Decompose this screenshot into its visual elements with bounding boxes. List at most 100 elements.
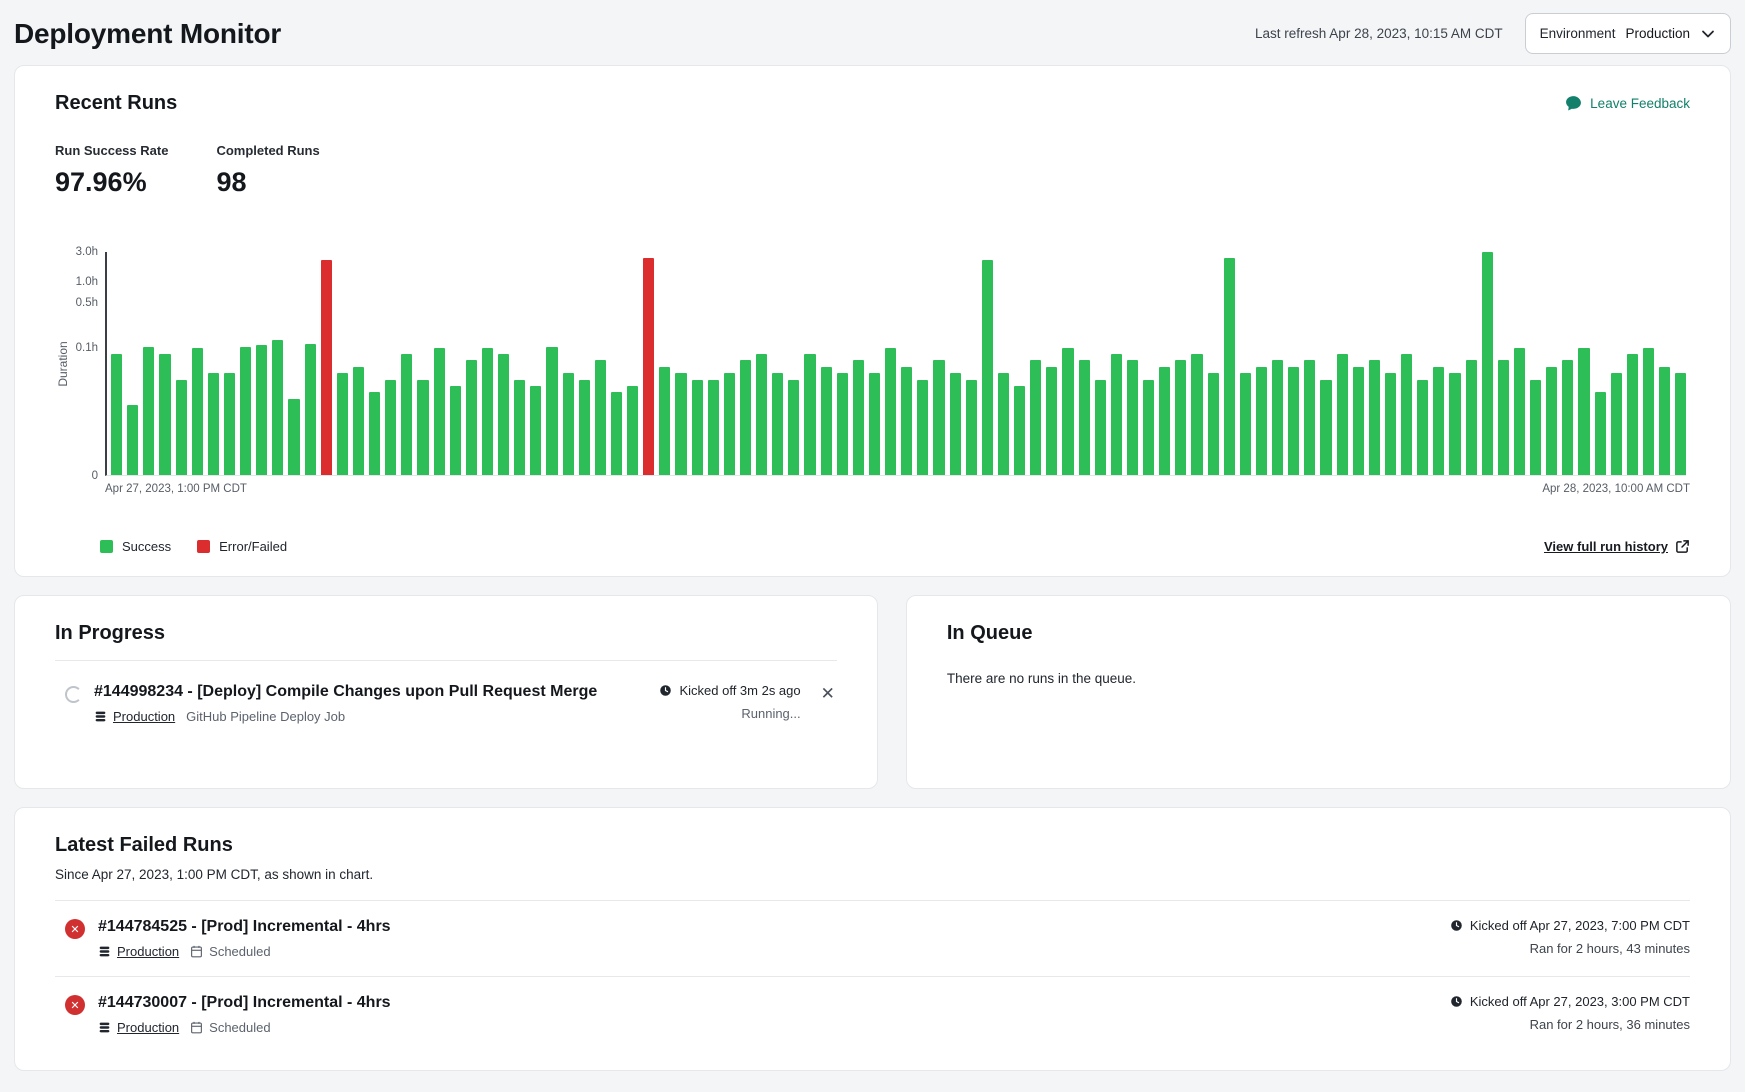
chart-bar[interactable] bbox=[675, 373, 686, 475]
chart-bar[interactable] bbox=[756, 354, 767, 475]
chart-bar[interactable] bbox=[804, 354, 815, 475]
chart-bar[interactable] bbox=[224, 373, 235, 475]
chart-bar[interactable] bbox=[933, 360, 944, 475]
chart-bar[interactable] bbox=[869, 373, 880, 475]
environment-tag-link[interactable]: Production bbox=[98, 944, 179, 959]
chart-bar[interactable] bbox=[369, 392, 380, 475]
chart-bar[interactable] bbox=[240, 347, 251, 475]
chart-bar[interactable] bbox=[966, 380, 977, 475]
chart-bar[interactable] bbox=[982, 260, 993, 475]
chart-bar[interactable] bbox=[579, 380, 590, 475]
chart-bar[interactable] bbox=[417, 380, 428, 475]
chart-bar[interactable] bbox=[1046, 367, 1057, 475]
chart-bar[interactable] bbox=[1320, 380, 1331, 475]
chart-bar[interactable] bbox=[546, 347, 557, 475]
chart-bar[interactable] bbox=[1433, 367, 1444, 475]
chart-bar[interactable] bbox=[1659, 367, 1670, 475]
chart-bar[interactable] bbox=[1256, 367, 1267, 475]
chart-bar[interactable] bbox=[1127, 360, 1138, 475]
chart-bar[interactable] bbox=[159, 354, 170, 475]
chart-bar[interactable] bbox=[514, 380, 525, 475]
chart-bar[interactable] bbox=[1014, 386, 1025, 475]
chart-bar[interactable] bbox=[772, 373, 783, 475]
leave-feedback-link[interactable]: Leave Feedback bbox=[1565, 95, 1690, 112]
chart-bar[interactable] bbox=[1595, 392, 1606, 475]
chart-bar[interactable] bbox=[595, 360, 606, 475]
chart-bar[interactable] bbox=[740, 360, 751, 475]
chart-bar[interactable] bbox=[1208, 373, 1219, 475]
chart-bar[interactable] bbox=[1482, 252, 1493, 475]
chart-bar[interactable] bbox=[837, 373, 848, 475]
environment-selector[interactable]: Environment Production bbox=[1525, 13, 1731, 54]
chart-bar[interactable] bbox=[1449, 373, 1460, 475]
chart-bar[interactable] bbox=[1079, 360, 1090, 475]
chart-bar[interactable] bbox=[305, 344, 316, 475]
chart-bar[interactable] bbox=[611, 392, 622, 475]
chart-bar[interactable] bbox=[1417, 380, 1428, 475]
chart-bar[interactable] bbox=[901, 367, 912, 475]
chart-bar[interactable] bbox=[1498, 360, 1509, 475]
chart-bar[interactable] bbox=[143, 347, 154, 475]
chart-bar[interactable] bbox=[1562, 360, 1573, 475]
chart-bar[interactable] bbox=[1030, 360, 1041, 475]
chart-bar[interactable] bbox=[724, 373, 735, 475]
chart-bar[interactable] bbox=[1272, 360, 1283, 475]
chart-bar[interactable] bbox=[466, 360, 477, 475]
chart-bar[interactable] bbox=[385, 380, 396, 475]
chart-bar[interactable] bbox=[208, 373, 219, 475]
chart-bar[interactable] bbox=[1304, 360, 1315, 475]
chart-bar[interactable] bbox=[450, 386, 461, 475]
chart-bar[interactable] bbox=[1062, 348, 1073, 475]
chart-bar[interactable] bbox=[353, 367, 364, 475]
chart-bar[interactable] bbox=[1578, 348, 1589, 475]
chart-bar[interactable] bbox=[1353, 367, 1364, 475]
chart-bar[interactable] bbox=[1175, 360, 1186, 475]
chart-bar[interactable] bbox=[627, 386, 638, 475]
chart-bar[interactable] bbox=[563, 373, 574, 475]
chart-bar[interactable] bbox=[1611, 373, 1622, 475]
chart-bar[interactable] bbox=[1159, 367, 1170, 475]
chart-bar[interactable] bbox=[708, 380, 719, 475]
chart-bar[interactable] bbox=[288, 399, 299, 475]
chart-bar[interactable] bbox=[192, 348, 203, 475]
chart-bar[interactable] bbox=[1514, 348, 1525, 475]
chart-bar[interactable] bbox=[1240, 373, 1251, 475]
chart-bar[interactable] bbox=[176, 380, 187, 475]
chart-bar[interactable] bbox=[127, 405, 138, 475]
chart-bar[interactable] bbox=[853, 360, 864, 475]
chart-bar[interactable] bbox=[917, 380, 928, 475]
chart-bar[interactable] bbox=[1643, 348, 1654, 475]
chart-bar[interactable] bbox=[1675, 373, 1686, 475]
chart-bar[interactable] bbox=[1530, 380, 1541, 475]
chart-bar[interactable] bbox=[434, 348, 445, 475]
chart-bar[interactable] bbox=[482, 348, 493, 475]
chart-bar[interactable] bbox=[1337, 354, 1348, 475]
chart-bar[interactable] bbox=[821, 367, 832, 475]
chart-bar[interactable] bbox=[659, 367, 670, 475]
chart-bar[interactable] bbox=[1143, 380, 1154, 475]
chart-bar[interactable] bbox=[950, 373, 961, 475]
chart-bar[interactable] bbox=[692, 380, 703, 475]
chart-bar[interactable] bbox=[1401, 354, 1412, 475]
chart-bar[interactable] bbox=[530, 386, 541, 475]
environment-tag-link[interactable]: Production bbox=[98, 1020, 179, 1035]
chart-bar[interactable] bbox=[256, 345, 267, 475]
chart-bar[interactable] bbox=[401, 354, 412, 475]
chart-bar[interactable] bbox=[788, 380, 799, 475]
chart-bar[interactable] bbox=[272, 340, 283, 475]
chart-bar[interactable] bbox=[111, 354, 122, 475]
chart-bar[interactable] bbox=[1111, 354, 1122, 475]
chart-bar[interactable] bbox=[885, 348, 896, 475]
cancel-run-button[interactable]: ✕ bbox=[819, 683, 837, 704]
chart-bar[interactable] bbox=[998, 373, 1009, 475]
chart-bar[interactable] bbox=[1546, 367, 1557, 475]
chart-bar[interactable] bbox=[1095, 380, 1106, 475]
chart-bar[interactable] bbox=[643, 258, 654, 475]
chart-bar[interactable] bbox=[1288, 367, 1299, 475]
chart-bar[interactable] bbox=[1369, 360, 1380, 475]
chart-bar[interactable] bbox=[337, 373, 348, 475]
chart-bar[interactable] bbox=[1466, 360, 1477, 475]
chart-bar[interactable] bbox=[1224, 258, 1235, 475]
view-full-run-history-link[interactable]: View full run history bbox=[1544, 539, 1690, 554]
chart-bar[interactable] bbox=[1385, 373, 1396, 475]
